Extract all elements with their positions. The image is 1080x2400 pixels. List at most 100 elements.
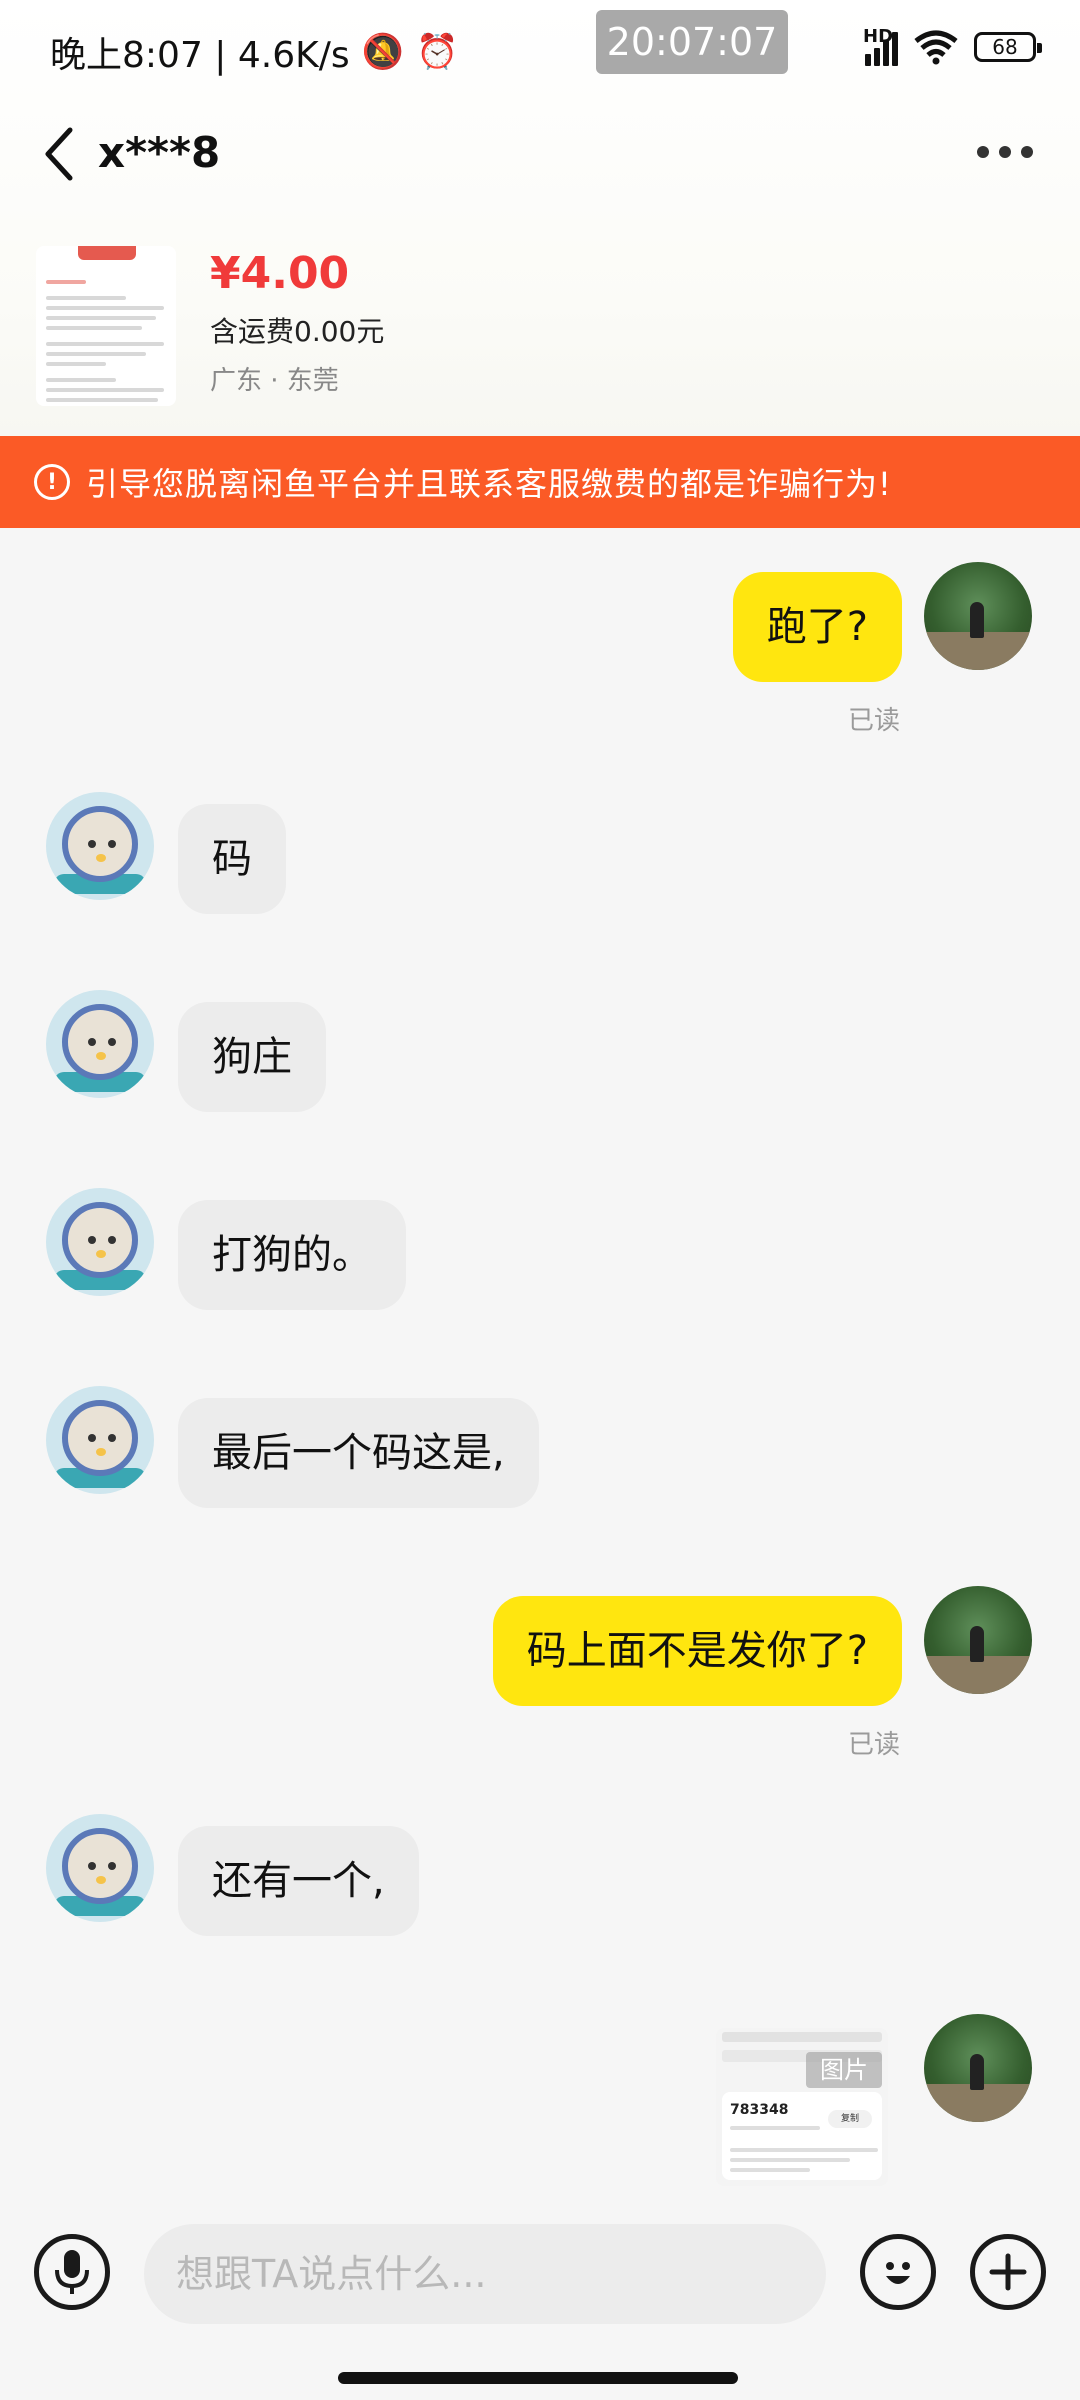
cat-mouth xyxy=(96,1448,106,1456)
cat-face xyxy=(62,1202,138,1278)
avatar[interactable] xyxy=(46,1814,154,1922)
message-text: 最后一个码这是, xyxy=(212,1430,505,1476)
message-bubble[interactable]: 狗庄 xyxy=(178,1002,326,1112)
cat-eye xyxy=(108,1862,116,1870)
battery-icon: 68 xyxy=(974,32,1042,62)
thumb-line xyxy=(46,326,142,330)
home-indicator[interactable] xyxy=(338,2372,738,2384)
image-copy-button: 复制 xyxy=(828,2110,872,2128)
thumb-line xyxy=(46,388,164,392)
voice-button[interactable] xyxy=(34,2234,110,2310)
message-text: 狗庄 xyxy=(212,1034,292,1080)
image-line xyxy=(730,2158,850,2162)
add-button[interactable] xyxy=(970,2234,1046,2310)
thumb-line xyxy=(46,316,156,320)
thumb-line xyxy=(46,306,164,310)
cat-mouth xyxy=(96,1250,106,1258)
signal-bar xyxy=(865,54,871,66)
avatar-figure xyxy=(970,2054,984,2090)
battery-level: 68 xyxy=(992,35,1018,59)
alarm-icon: ⏰ xyxy=(415,32,459,72)
back-arrow-icon xyxy=(45,127,73,181)
time-overlay: 20:07:07 xyxy=(596,10,788,74)
more-dots-icon xyxy=(999,146,1011,158)
plus-icon xyxy=(989,2253,1027,2291)
thumb-line xyxy=(46,352,146,356)
more-dots-icon xyxy=(1021,146,1033,158)
avatar-figure xyxy=(970,1626,984,1662)
status-left: 晚上8:07 | 4.6K/s 🔕 ⏰ xyxy=(50,26,458,78)
emoji-button[interactable] xyxy=(860,2234,936,2310)
avatar[interactable] xyxy=(924,562,1032,670)
more-button[interactable] xyxy=(970,132,1040,172)
image-line xyxy=(730,2168,810,2172)
signal-icon: HD xyxy=(863,26,898,66)
message-text: 打狗的。 xyxy=(212,1232,372,1278)
product-price: ¥4.00 xyxy=(210,248,350,299)
thumb-line xyxy=(46,398,158,402)
cat-eye xyxy=(108,1038,116,1046)
cat-face xyxy=(62,1004,138,1080)
message-bubble[interactable]: 打狗的。 xyxy=(178,1200,406,1310)
status-time-speed: 晚上8:07 | 4.6K/s xyxy=(50,35,350,76)
chat-header: x***8 xyxy=(0,110,1080,200)
cat-mouth xyxy=(96,1876,106,1884)
message-text: 码上面不是发你了? xyxy=(526,1628,868,1674)
product-thumbnail[interactable] xyxy=(36,246,176,406)
signal-bar xyxy=(874,48,880,66)
input-bar xyxy=(0,2188,1080,2400)
network-type: HD xyxy=(863,26,894,47)
cat-face xyxy=(62,1400,138,1476)
thumb-tab xyxy=(78,246,136,260)
thumb-line xyxy=(46,342,164,346)
message-input[interactable] xyxy=(144,2224,826,2324)
message-bubble[interactable]: 跑了? xyxy=(732,572,902,682)
cat-mouth xyxy=(96,1052,106,1060)
shipping-fee: 含运费0.00元 xyxy=(210,315,385,348)
chat-title: x***8 xyxy=(98,128,221,177)
bell-off-icon: 🔕 xyxy=(361,32,404,72)
avatar[interactable] xyxy=(924,1586,1032,1694)
fraud-warning-banner: ! 引导您脱离闲鱼平台并且联系客服缴费的都是诈骗行为! xyxy=(0,436,1080,528)
back-button[interactable] xyxy=(40,124,100,184)
message-bubble[interactable]: 还有一个, xyxy=(178,1826,419,1936)
product-card[interactable]: ¥4.00 含运费0.00元 广东 · 东莞 xyxy=(0,230,1080,420)
avatar[interactable] xyxy=(46,792,154,900)
cat-eye xyxy=(88,1038,96,1046)
image-status-row xyxy=(722,2032,882,2042)
cat-mouth xyxy=(96,854,106,862)
more-dots-icon xyxy=(977,146,989,158)
message-bubble[interactable]: 码上面不是发你了? xyxy=(492,1596,902,1706)
read-status: 已读 xyxy=(848,706,901,736)
message-bubble[interactable]: 码 xyxy=(178,804,286,914)
cat-eye xyxy=(108,1434,116,1442)
message-bubble[interactable]: 最后一个码这是, xyxy=(178,1398,539,1508)
status-bar: 晚上8:07 | 4.6K/s 🔕 ⏰ 20:07:07 HD 68 xyxy=(0,0,1080,100)
image-line xyxy=(730,2148,878,2152)
image-line xyxy=(730,2126,820,2130)
wifi-icon xyxy=(914,30,958,65)
avatar[interactable] xyxy=(46,990,154,1098)
cat-eye xyxy=(88,1434,96,1442)
thumb-line xyxy=(46,296,126,300)
image-code: 783348 xyxy=(730,2102,789,2118)
thumb-line xyxy=(46,378,116,382)
avatar[interactable] xyxy=(46,1188,154,1296)
avatar-figure xyxy=(970,602,984,638)
image-label: 图片 xyxy=(806,2052,882,2088)
chat-messages[interactable]: 跑了? 已读 码 狗庄 打狗的。 最后一个码这是, 码上面不是发你了? 已读 还… xyxy=(0,528,1080,2188)
cat-face xyxy=(62,806,138,882)
cat-eye xyxy=(108,840,116,848)
warning-text: 引导您脱离闲鱼平台并且联系客服缴费的都是诈骗行为! xyxy=(86,465,892,503)
thumb-line xyxy=(46,362,106,366)
cat-eye xyxy=(88,1862,96,1870)
cat-eye xyxy=(88,840,96,848)
message-text: 跑了? xyxy=(766,604,868,650)
microphone-icon xyxy=(55,2250,89,2294)
avatar[interactable] xyxy=(46,1386,154,1494)
avatar[interactable] xyxy=(924,2014,1032,2122)
thumb-line xyxy=(46,280,86,284)
read-status: 已读 xyxy=(848,1730,901,1760)
message-text: 还有一个, xyxy=(212,1858,385,1904)
status-right: HD 68 xyxy=(863,26,1042,66)
